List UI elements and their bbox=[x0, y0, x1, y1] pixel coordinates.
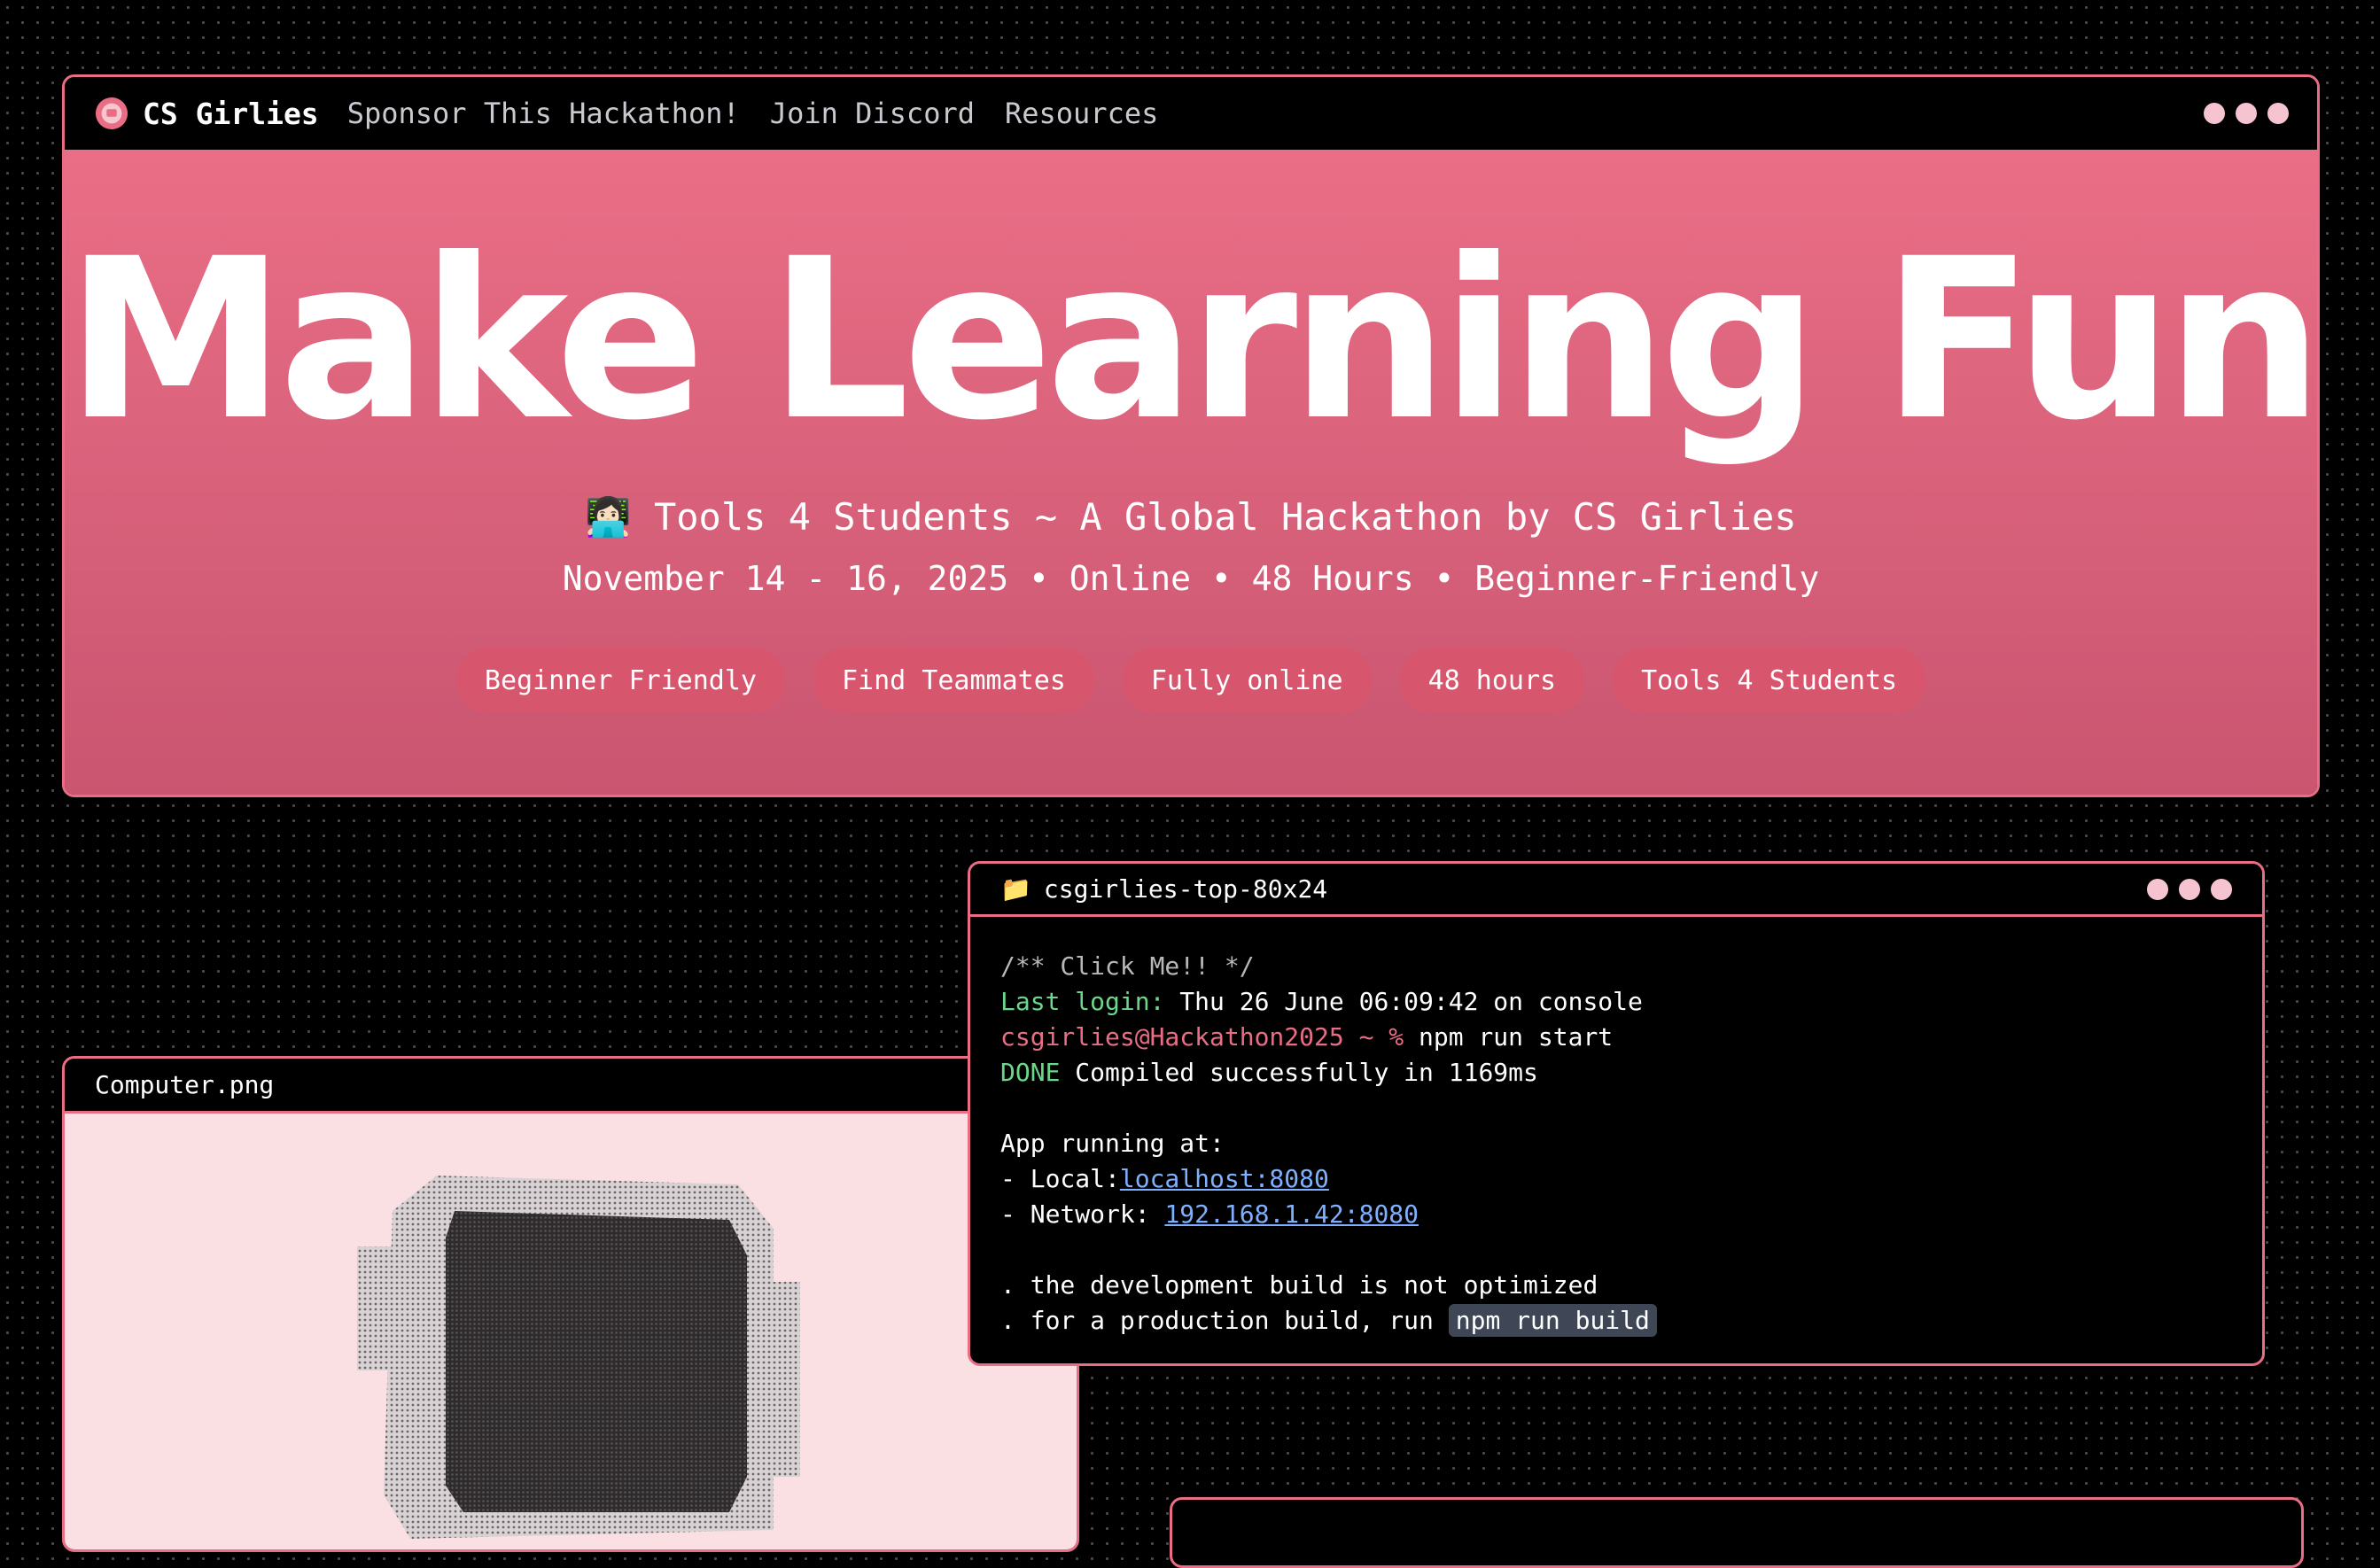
terminal-prompt: csgirlies@Hackathon2025 ~ % bbox=[1000, 1022, 1404, 1052]
event-details: November 14 - 16, 2025 • Online • 48 Hou… bbox=[562, 559, 1820, 598]
done-label: DONE bbox=[1000, 1058, 1061, 1087]
chip-beginner-friendly[interactable]: Beginner Friendly bbox=[455, 648, 785, 714]
window-dot-icon[interactable] bbox=[2211, 878, 2232, 900]
note-line-1: . the development build is not optimized bbox=[1000, 1270, 1598, 1300]
nav-link-resources[interactable]: Resources bbox=[1005, 97, 1158, 130]
nav-link-sponsor[interactable]: Sponsor This Hackathon! bbox=[347, 97, 740, 130]
brand-name[interactable]: CS Girlies bbox=[143, 97, 319, 131]
window-dot-icon[interactable] bbox=[2179, 878, 2200, 900]
window-dot-icon[interactable] bbox=[2236, 103, 2257, 124]
computer-window-title: Computer.png bbox=[95, 1070, 275, 1099]
retro-computer-illustration bbox=[357, 1176, 800, 1539]
terminal-window[interactable]: 📁 csgirlies-top-80x24 /** Click Me!! */ … bbox=[968, 861, 2265, 1366]
folder-icon: 📁 bbox=[1000, 874, 1031, 904]
done-text: Compiled successfully in 1169ms bbox=[1060, 1058, 1538, 1087]
terminal-output[interactable]: /** Click Me!! */ Last login: Thu 26 Jun… bbox=[970, 917, 2262, 1363]
feature-chips: Beginner Friendly Find Teammates Fully o… bbox=[65, 648, 2317, 714]
nav-link-discord[interactable]: Join Discord bbox=[770, 97, 975, 130]
chip-48-hours[interactable]: 48 hours bbox=[1399, 648, 1585, 714]
window-dot-icon[interactable] bbox=[2147, 878, 2168, 900]
terminal-command: npm run start bbox=[1404, 1022, 1614, 1052]
partial-window[interactable] bbox=[1170, 1497, 2304, 1568]
cs-girlies-logo-icon[interactable] bbox=[95, 97, 128, 130]
computer-image bbox=[65, 1114, 1077, 1549]
network-label: - Network: bbox=[1000, 1199, 1165, 1229]
local-label: - Local: bbox=[1000, 1164, 1120, 1193]
network-url-link[interactable]: 192.168.1.42:8080 bbox=[1164, 1199, 1419, 1229]
window-controls bbox=[2204, 103, 2289, 124]
terminal-window-controls bbox=[2147, 878, 2232, 900]
navbar: CS Girlies Sponsor This Hackathon! Join … bbox=[65, 77, 2317, 150]
computer-image-window[interactable]: Computer.png bbox=[62, 1056, 1079, 1552]
local-url-link[interactable]: localhost:8080 bbox=[1120, 1164, 1329, 1193]
chip-tools-4-students[interactable]: Tools 4 Students bbox=[1613, 648, 1926, 714]
window-dot-icon[interactable] bbox=[2267, 103, 2289, 124]
terminal-titlebar[interactable]: 📁 csgirlies-top-80x24 bbox=[970, 864, 2262, 917]
build-command-code: npm run build bbox=[1448, 1304, 1657, 1337]
chip-find-teammates[interactable]: Find Teammates bbox=[813, 648, 1094, 714]
app-running-label: App running at: bbox=[1000, 1129, 1225, 1158]
hero-headline: Make Learning Fun bbox=[65, 211, 2317, 469]
computer-window-titlebar[interactable]: Computer.png bbox=[65, 1059, 1077, 1114]
chip-fully-online[interactable]: Fully online bbox=[1122, 648, 1372, 714]
terminal-title: csgirlies-top-80x24 bbox=[1043, 874, 1328, 904]
last-login-label: Last login: bbox=[1000, 987, 1165, 1016]
last-login-value: Thu 26 June 06:09:42 on console bbox=[1164, 987, 1643, 1016]
hero-banner: Make Learning Fun 👩🏻‍💻 Tools 4 Students … bbox=[65, 150, 2317, 795]
hero-window: CS Girlies Sponsor This Hackathon! Join … bbox=[62, 74, 2320, 797]
window-dot-icon[interactable] bbox=[2204, 103, 2225, 124]
terminal-comment[interactable]: /** Click Me!! */ bbox=[1000, 951, 1255, 981]
note-line-2: . for a production build, run bbox=[1000, 1306, 1449, 1335]
hero-subtitle: 👩🏻‍💻 Tools 4 Students ~ A Global Hackath… bbox=[585, 495, 1797, 539]
